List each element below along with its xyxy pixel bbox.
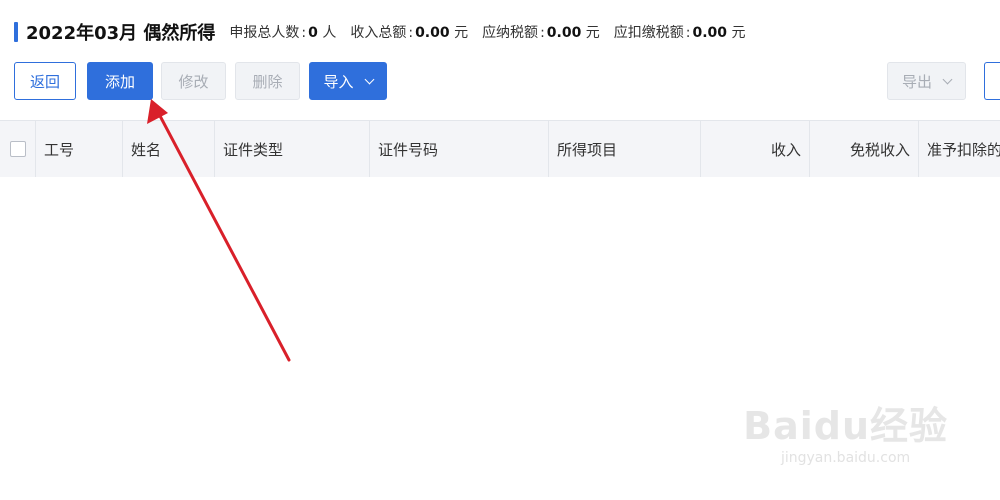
column-header-income[interactable]: 收入 [701, 121, 810, 177]
baidu-watermark: Baidu经验 jingyan.baidu.com [743, 395, 948, 466]
import-label: 导入 [323, 72, 354, 91]
stat-tax-payable: 应纳税额:0.00 元 [482, 25, 600, 41]
export-label: 导出 [901, 72, 932, 91]
watermark-logo: Baidu经验 [743, 404, 948, 448]
title-accent-bar [14, 22, 18, 42]
column-header-id-type[interactable]: 证件类型 [215, 121, 370, 177]
stat-total-people: 申报总人数:0 人 [229, 25, 337, 41]
column-header-emp-id[interactable]: 工号 [36, 121, 123, 177]
import-dropdown-button[interactable]: 导入 [309, 62, 387, 100]
select-all-cell [0, 121, 36, 177]
column-header-allowed-deduction[interactable]: 准予扣除的 [919, 121, 1000, 177]
page-title: 2022年03月 偶然所得 [26, 23, 216, 44]
page-header: 2022年03月 偶然所得 申报总人数:0 人 收入总额:0.00 元 应纳税额… [14, 18, 760, 46]
column-header-income-item[interactable]: 所得项目 [549, 121, 701, 177]
watermark-url: jingyan.baidu.com [780, 450, 911, 466]
column-header-name[interactable]: 姓名 [123, 121, 215, 177]
table-header: 工号 姓名 证件类型 证件号码 所得项目 收入 免税收入 准予扣除的 [0, 120, 1000, 178]
select-all-checkbox[interactable] [9, 141, 26, 157]
toolbar: 返回 添加 修改 删除 导入 导出 [0, 60, 1000, 104]
stat-tax-withheld: 应扣缴税额:0.00 元 [613, 25, 746, 41]
export-dropdown-button[interactable]: 导出 [887, 62, 966, 100]
column-header-tax-free-income[interactable]: 免税收入 [810, 121, 919, 177]
stat-total-income: 收入总额:0.00 元 [350, 25, 469, 41]
add-button[interactable]: 添加 [87, 62, 153, 100]
back-button[interactable]: 返回 [14, 62, 76, 100]
chevron-down-icon [942, 74, 953, 84]
delete-button[interactable]: 删除 [235, 62, 300, 100]
edit-button[interactable]: 修改 [161, 62, 226, 100]
more-button[interactable] [984, 62, 1000, 100]
column-header-id-number[interactable]: 证件号码 [370, 121, 549, 177]
chevron-down-icon [364, 74, 374, 84]
